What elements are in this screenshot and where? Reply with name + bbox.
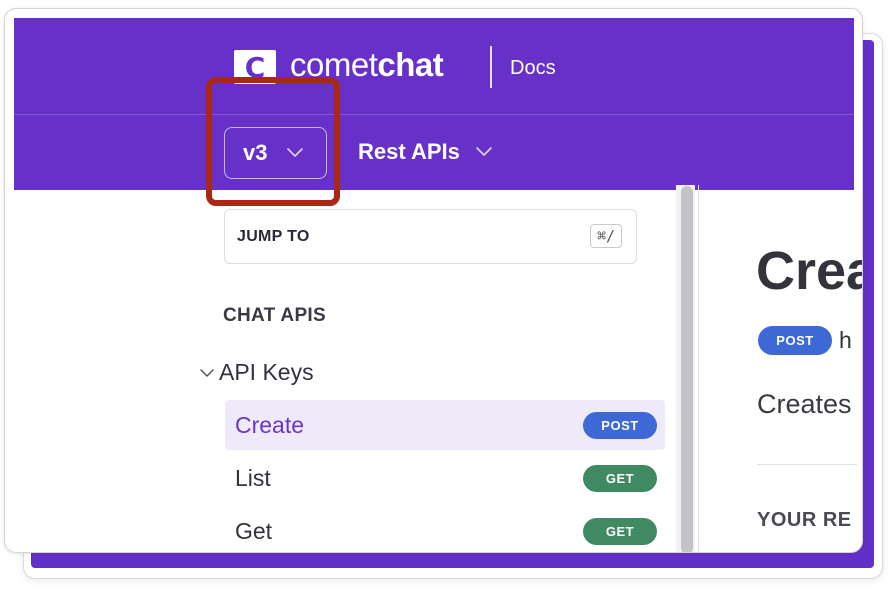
sidebar-scrollbar-thumb[interactable]: [681, 186, 693, 552]
version-highlight-box: [206, 77, 340, 206]
top-navigation-bar: C cometchat Docs v3 Rest APIs: [14, 18, 854, 190]
product-menu-label: Rest APIs: [358, 139, 460, 164]
content-rule: [757, 464, 857, 465]
sidebar-group-label: API Keys: [219, 359, 314, 385]
sidebar-group-api-keys[interactable]: API Keys: [199, 359, 314, 386]
sidebar-item-create[interactable]: Create POST: [225, 400, 665, 450]
brand-separator: [490, 46, 492, 88]
header-divider: [14, 114, 854, 115]
content-divider: [698, 185, 699, 552]
method-badge: GET: [583, 465, 657, 492]
sidebar-item-get[interactable]: Get GET: [225, 506, 665, 552]
chevron-down-icon: [476, 147, 492, 157]
sidebar-item-label: Create: [235, 411, 305, 438]
docs-label[interactable]: Docs: [510, 57, 556, 80]
keyboard-shortcut: ⌘/: [589, 224, 622, 248]
method-badge: GET: [583, 518, 657, 545]
sidebar-item-label: List: [235, 464, 271, 491]
section-heading: YOUR RE: [757, 509, 852, 531]
endpoint-url: h: [839, 327, 852, 353]
chevron-down-icon: [199, 368, 215, 378]
page-title: Crea: [756, 241, 862, 301]
method-badge: POST: [583, 412, 657, 439]
jump-to-label: JUMP TO: [237, 227, 310, 245]
product-menu[interactable]: Rest APIs: [358, 139, 492, 165]
endpoint-description: Creates: [757, 389, 852, 419]
jump-to-search[interactable]: JUMP TO ⌘/: [224, 209, 637, 264]
sidebar-section-title: CHAT APIS: [223, 305, 326, 326]
endpoint-method-badge: POST: [758, 326, 832, 355]
sidebar-item-list[interactable]: List GET: [225, 453, 665, 503]
sidebar-item-label: Get: [235, 517, 273, 544]
docs-window: C cometchat Docs v3 Rest APIs JUMP TO ⌘/…: [4, 8, 863, 553]
